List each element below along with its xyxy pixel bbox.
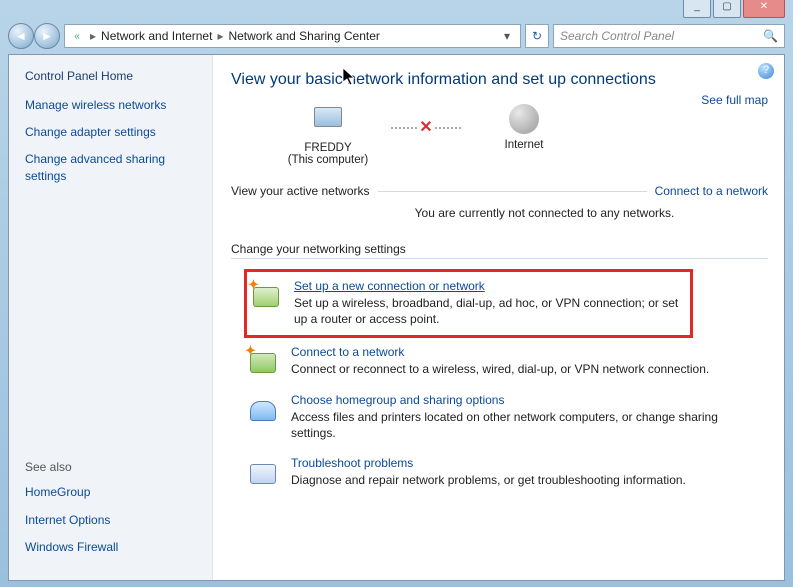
see-also-internet-options[interactable]: Internet Options: [25, 512, 196, 528]
window-controls: _ ▢ ✕: [683, 0, 785, 18]
forward-button[interactable]: ►: [34, 23, 60, 49]
minimize-button[interactable]: _: [683, 0, 711, 18]
nav-buttons: ◄ ►: [8, 23, 60, 49]
search-icon[interactable]: 🔍: [763, 29, 778, 43]
sidebar-link-advanced-sharing[interactable]: Change advanced sharing settings: [25, 151, 196, 183]
disconnected-icon: ✕: [417, 117, 434, 137]
connect-to-network-link[interactable]: Connect to a network: [655, 184, 768, 198]
search-placeholder: Search Control Panel: [560, 29, 674, 43]
setup-connection-icon: ✦: [250, 279, 282, 307]
task-title[interactable]: Choose homegroup and sharing options: [291, 393, 764, 407]
connection-line: ✕: [391, 117, 461, 137]
help-icon[interactable]: ?: [758, 63, 774, 79]
active-networks-row: View your active networks Connect to a n…: [231, 184, 768, 198]
node-this-computer[interactable]: FREDDY (This computer): [273, 103, 383, 166]
refresh-button[interactable]: ↻: [525, 24, 549, 48]
see-full-map-link[interactable]: See full map: [701, 93, 768, 107]
task-desc: Access files and printers located on oth…: [291, 409, 764, 441]
page-title: View your basic network information and …: [231, 71, 768, 89]
connect-network-icon: ✦: [247, 345, 279, 373]
node1-sub: (This computer): [273, 154, 383, 166]
chevron-right-icon: ▸: [214, 29, 226, 43]
main-panel: ? View your basic network information an…: [213, 55, 784, 580]
search-input[interactable]: Search Control Panel 🔍: [553, 24, 785, 48]
sidebar-link-wireless[interactable]: Manage wireless networks: [25, 97, 196, 113]
toolbar: ◄ ► « ▸ Network and Internet ▸ Network a…: [8, 22, 785, 50]
breadcrumb-dropdown[interactable]: ▾: [498, 29, 516, 43]
task-list: ✦ Set up a new connection or network Set…: [231, 269, 768, 496]
node2-name: Internet: [469, 139, 579, 151]
back-button[interactable]: ◄: [8, 23, 34, 49]
breadcrumb-current[interactable]: Network and Sharing Center: [228, 29, 379, 43]
task-title[interactable]: Set up a new connection or network: [294, 279, 686, 293]
network-diagram: FREDDY (This computer) ✕ Internet: [273, 103, 768, 166]
see-also-homegroup[interactable]: HomeGroup: [25, 484, 196, 500]
breadcrumb-icon: «: [69, 28, 85, 44]
task-troubleshoot[interactable]: Troubleshoot problems Diagnose and repai…: [231, 449, 768, 496]
breadcrumb-parent[interactable]: Network and Internet: [101, 29, 212, 43]
task-desc: Connect or reconnect to a wireless, wire…: [291, 361, 764, 377]
sidebar: Control Panel Home Manage wireless netwo…: [9, 55, 213, 580]
breadcrumb[interactable]: « ▸ Network and Internet ▸ Network and S…: [64, 24, 521, 48]
content-area: Control Panel Home Manage wireless netwo…: [8, 54, 785, 581]
computer-icon: [310, 107, 346, 139]
chevron-right-icon: ▸: [87, 29, 99, 43]
node1-name: FREDDY: [273, 142, 383, 154]
node-internet[interactable]: Internet: [469, 103, 579, 151]
task-desc: Set up a wireless, broadband, dial-up, a…: [294, 295, 686, 327]
globe-icon: [506, 104, 542, 136]
task-setup-connection[interactable]: ✦ Set up a new connection or network Set…: [244, 269, 693, 338]
maximize-button[interactable]: ▢: [713, 0, 741, 18]
troubleshoot-icon: [247, 456, 279, 484]
close-button[interactable]: ✕: [743, 0, 785, 18]
task-connect-network[interactable]: ✦ Connect to a network Connect or reconn…: [231, 338, 768, 385]
no-connection-text: You are currently not connected to any n…: [231, 206, 768, 220]
task-title[interactable]: Troubleshoot problems: [291, 456, 764, 470]
control-panel-home-link[interactable]: Control Panel Home: [25, 69, 196, 83]
task-desc: Diagnose and repair network problems, or…: [291, 472, 764, 488]
task-homegroup[interactable]: Choose homegroup and sharing options Acc…: [231, 386, 768, 449]
active-networks-header: View your active networks: [231, 184, 370, 198]
task-title[interactable]: Connect to a network: [291, 345, 764, 359]
change-settings-header: Change your networking settings: [231, 242, 768, 259]
sidebar-link-adapter[interactable]: Change adapter settings: [25, 124, 196, 140]
see-also-header: See also: [25, 460, 196, 474]
see-also-firewall[interactable]: Windows Firewall: [25, 539, 196, 555]
homegroup-icon: [247, 393, 279, 421]
